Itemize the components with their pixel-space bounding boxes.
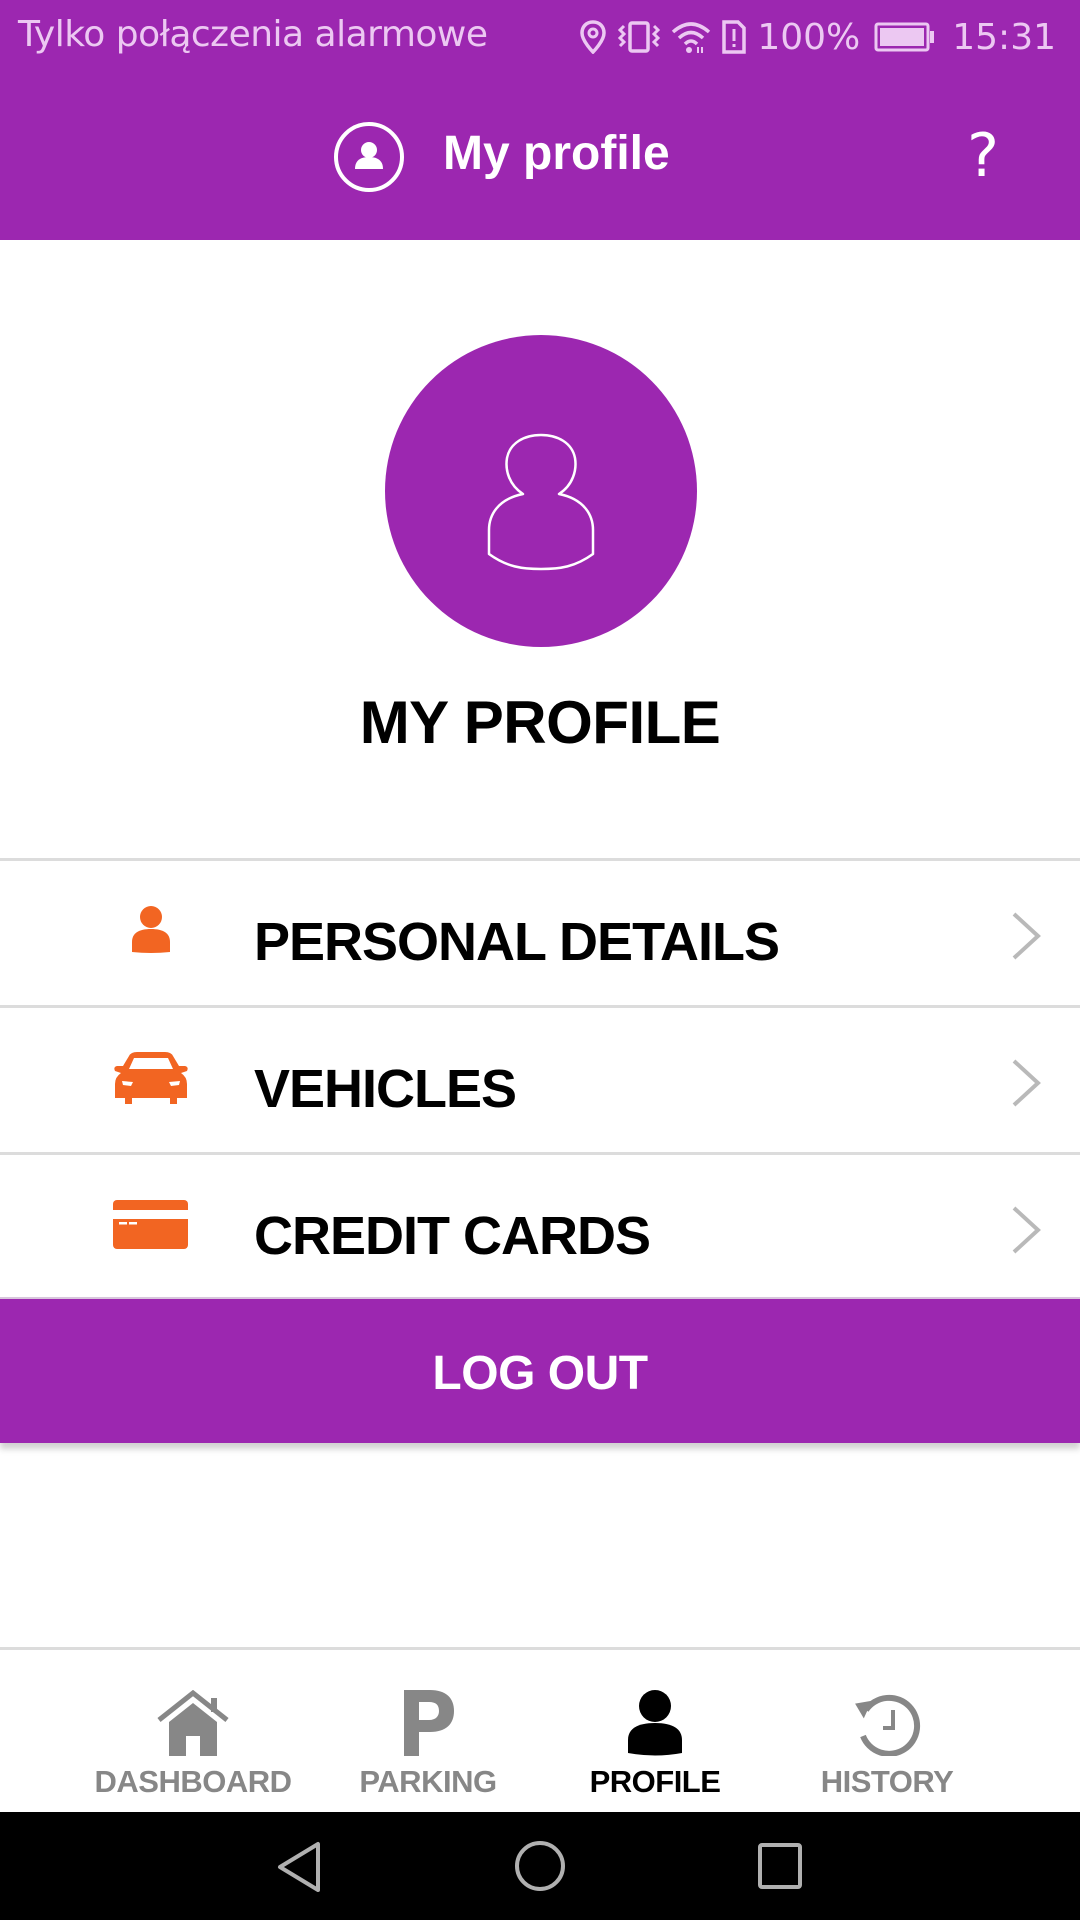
profile-circle-icon bbox=[333, 121, 405, 193]
person-icon bbox=[130, 904, 172, 959]
nav-tab-parking[interactable]: PARKING bbox=[328, 1650, 528, 1812]
home-circle-icon[interactable] bbox=[513, 1839, 567, 1898]
menu-item-personal-details[interactable]: PERSONAL DETAILS bbox=[0, 861, 1080, 1005]
battery-icon bbox=[874, 22, 936, 52]
menu-item-label: CREDIT CARDS bbox=[254, 1206, 651, 1266]
nav-tab-label: PARKING bbox=[359, 1764, 497, 1799]
parking-icon bbox=[402, 1690, 454, 1761]
menu-item-label: PERSONAL DETAILS bbox=[254, 912, 780, 972]
menu-item-vehicles[interactable]: VEHICLES bbox=[0, 1008, 1080, 1152]
nav-tab-profile[interactable]: PROFILE bbox=[555, 1650, 755, 1812]
status-carrier-text: Tylko połączenia alarmowe bbox=[18, 14, 488, 55]
vibrate-icon bbox=[617, 20, 661, 54]
page-title: My profile bbox=[443, 127, 670, 180]
logout-button[interactable]: LOG OUT bbox=[0, 1297, 1080, 1443]
chevron-right-icon bbox=[1008, 911, 1044, 961]
user-outline-icon bbox=[487, 433, 595, 571]
bottom-navigation: DASHBOARD PARKING PROFILE HISTORY bbox=[0, 1650, 1080, 1812]
profile-avatar[interactable] bbox=[385, 335, 697, 647]
wifi-icon bbox=[671, 20, 711, 54]
chevron-right-icon bbox=[1008, 1205, 1044, 1255]
credit-card-icon bbox=[113, 1200, 188, 1254]
person-icon bbox=[627, 1690, 683, 1761]
history-icon bbox=[853, 1690, 921, 1761]
nav-tab-label: HISTORY bbox=[820, 1764, 954, 1799]
recents-icon[interactable] bbox=[756, 1841, 806, 1896]
chevron-right-icon bbox=[1008, 1058, 1044, 1108]
profile-heading: MY PROFILE bbox=[359, 689, 721, 756]
home-icon bbox=[157, 1689, 229, 1763]
nav-tab-history[interactable]: HISTORY bbox=[787, 1650, 987, 1812]
location-icon bbox=[579, 20, 607, 54]
battery-percent: 100% bbox=[757, 16, 861, 58]
nav-tab-label: DASHBOARD bbox=[94, 1764, 293, 1799]
app-header: Tylko połączenia alarmowe 100% 15:31 My … bbox=[0, 0, 1080, 240]
menu-item-label: VEHICLES bbox=[254, 1059, 517, 1119]
car-icon bbox=[113, 1052, 189, 1109]
status-icons: 100% 15:31 bbox=[579, 12, 1056, 62]
logout-label: LOG OUT bbox=[432, 1347, 648, 1400]
system-navigation-bar bbox=[0, 1812, 1080, 1920]
back-icon[interactable] bbox=[274, 1840, 324, 1899]
status-time: 15:31 bbox=[952, 16, 1056, 58]
sim-alert-icon bbox=[721, 19, 747, 55]
menu-item-credit-cards[interactable]: CREDIT CARDS bbox=[0, 1155, 1080, 1299]
help-button[interactable]: ? bbox=[958, 118, 1008, 194]
nav-tab-label: PROFILE bbox=[589, 1764, 721, 1799]
nav-tab-dashboard[interactable]: DASHBOARD bbox=[93, 1650, 293, 1812]
